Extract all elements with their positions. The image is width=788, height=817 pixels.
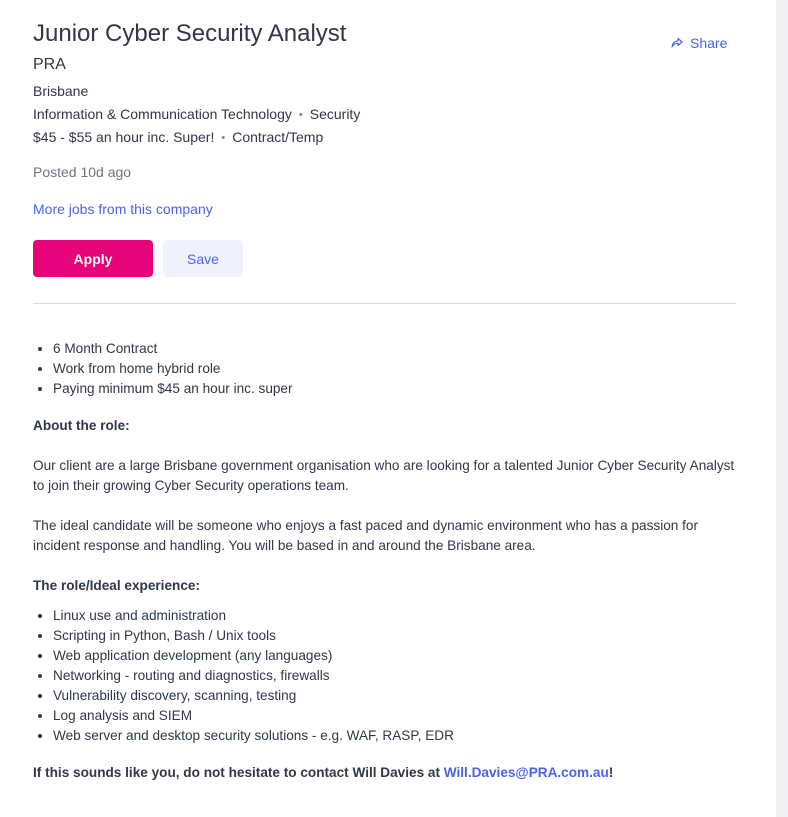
contact-cta: If this sounds like you, do not hesitate… bbox=[33, 763, 736, 783]
scrollbar-track[interactable] bbox=[776, 0, 788, 817]
separator-dot: • bbox=[298, 109, 303, 121]
more-jobs-link[interactable]: More jobs from this company bbox=[33, 201, 213, 217]
about-paragraph-2: The ideal candidate will be someone who … bbox=[33, 518, 698, 553]
job-title: Junior Cyber Security Analyst bbox=[33, 20, 347, 47]
list-item: Linux use and administration bbox=[53, 606, 736, 626]
highlights-list: 6 Month Contract Work from home hybrid r… bbox=[33, 339, 736, 399]
job-location: Brisbane bbox=[33, 83, 89, 99]
divider bbox=[33, 303, 736, 304]
list-item: Scripting in Python, Bash / Unix tools bbox=[53, 626, 736, 646]
list-item: Vulnerability discovery, scanning, testi… bbox=[53, 686, 736, 706]
classification-label: Information & Communication Technology bbox=[33, 106, 292, 122]
list-item: Paying minimum $45 an hour inc. super bbox=[53, 379, 736, 399]
save-button[interactable]: Save bbox=[163, 240, 243, 277]
experience-list: Linux use and administration Scripting i… bbox=[33, 606, 736, 746]
share-icon bbox=[671, 37, 683, 48]
posted-date: Posted 10d ago bbox=[33, 164, 132, 180]
job-description: 6 Month Contract Work from home hybrid r… bbox=[33, 339, 736, 783]
list-item: Log analysis and SIEM bbox=[53, 706, 736, 726]
list-item: 6 Month Contract bbox=[53, 339, 736, 359]
contact-text: If this sounds like you, do not hesitate… bbox=[33, 765, 444, 780]
job-classification: Information & Communication Technology • S… bbox=[33, 106, 360, 122]
share-label: Share bbox=[690, 35, 728, 51]
contact-email-link[interactable]: Will.Davies@PRA.com.au bbox=[444, 765, 609, 780]
experience-heading: The role/Ideal experience: bbox=[33, 578, 200, 593]
separator-dot: • bbox=[221, 132, 226, 144]
subclassification-label: Security bbox=[309, 106, 361, 122]
list-item: Work from home hybrid role bbox=[53, 359, 736, 379]
about-paragraph-1: Our client are a large Brisbane governme… bbox=[33, 458, 735, 493]
apply-button[interactable]: Apply bbox=[33, 240, 153, 277]
share-button[interactable]: Share bbox=[671, 35, 727, 51]
work-type-label: Contract/Temp bbox=[232, 129, 324, 145]
list-item: Networking - routing and diagnostics, fi… bbox=[53, 666, 736, 686]
contact-end: ! bbox=[608, 765, 614, 780]
about-heading: About the role: bbox=[33, 418, 130, 433]
salary-label: $45 - $55 an hour inc. Super! bbox=[33, 129, 215, 145]
company-name: PRA bbox=[33, 56, 66, 73]
list-item: Web application development (any languag… bbox=[53, 646, 736, 666]
job-salary-worktype: $45 - $55 an hour inc. Super! • Contract/T… bbox=[33, 129, 323, 145]
list-item: Web server and desktop security solution… bbox=[53, 726, 736, 746]
